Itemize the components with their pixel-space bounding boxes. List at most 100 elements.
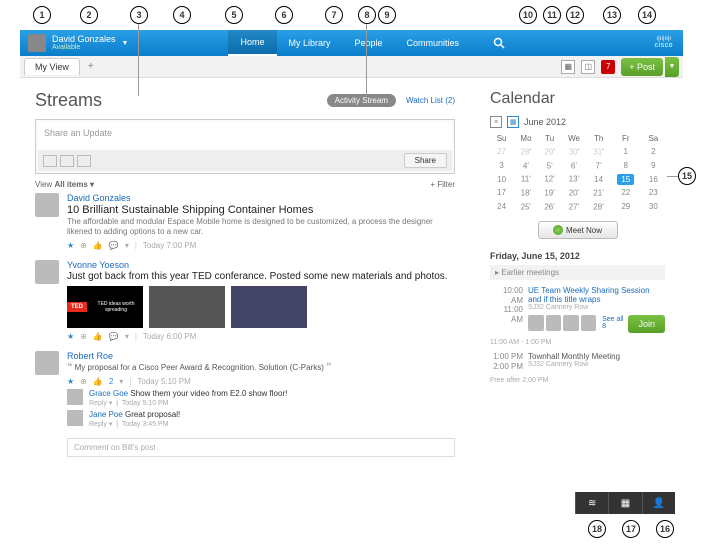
see-all-link[interactable]: See all 8 [602, 316, 628, 330]
search-icon[interactable] [481, 37, 517, 49]
user-block[interactable]: David Gonzales Available [52, 35, 116, 51]
cal-day[interactable]: 19• [539, 186, 561, 200]
cal-day[interactable]: 7• [587, 159, 609, 173]
month-view-icon[interactable]: ▦ [507, 116, 519, 128]
reply-link[interactable]: Reply [89, 421, 107, 428]
star-icon[interactable]: ★ [67, 332, 74, 341]
plus-icon[interactable]: ⊕ [80, 241, 87, 250]
comment-icon[interactable]: 💬 [109, 241, 119, 250]
notification-badge[interactable]: 7 [601, 60, 615, 74]
post-avatar[interactable] [35, 193, 59, 217]
user-avatar[interactable] [28, 34, 46, 52]
post-thumbnail[interactable] [149, 286, 225, 328]
attach-person-icon[interactable] [60, 155, 74, 167]
participant-avatar[interactable] [563, 315, 579, 331]
cal-day[interactable]: 27• [561, 200, 588, 214]
post-thumbnail[interactable] [231, 286, 307, 328]
meet-now-button[interactable]: Meet Now [538, 221, 618, 239]
post-dropdown-icon[interactable]: ▼ [665, 57, 679, 77]
user-dropdown-icon[interactable]: ▼ [122, 40, 129, 47]
cal-day[interactable]: 28• [587, 200, 609, 214]
cal-day[interactable]: 29 [610, 200, 642, 214]
post-author-link[interactable]: David Gonzales [67, 193, 455, 203]
participant-avatar[interactable] [528, 315, 544, 331]
tab-myview[interactable]: My View [24, 58, 80, 75]
dock-streams-icon[interactable]: ≋ [575, 492, 608, 514]
nav-library[interactable]: My Library [277, 30, 343, 56]
grid-view-icon[interactable]: ▦ [561, 60, 575, 74]
share-button[interactable]: Share [404, 153, 447, 168]
like-icon[interactable]: 👍 [93, 241, 103, 250]
plus-icon[interactable]: ⊕ [80, 332, 87, 341]
post-avatar[interactable] [35, 260, 59, 284]
list-view-icon[interactable]: ≡ [490, 116, 502, 128]
post-button[interactable]: + Post [621, 58, 663, 76]
attach-image-icon[interactable] [77, 155, 91, 167]
share-update-input[interactable]: Share an Update [38, 122, 452, 150]
post-author-link[interactable]: Yvonne Yoeson [67, 260, 455, 270]
cal-day[interactable]: 8 [610, 159, 642, 173]
nav-home[interactable]: Home [228, 30, 276, 56]
cal-day[interactable]: 23 [642, 186, 665, 200]
reply-link[interactable]: Reply [89, 400, 107, 407]
cal-day[interactable]: 27 [490, 145, 513, 159]
cal-day[interactable]: 30 [642, 200, 665, 214]
more-icon[interactable]: ▾ [125, 332, 129, 341]
reply-avatar[interactable] [67, 410, 83, 426]
more-icon[interactable]: ▾ [119, 377, 123, 386]
cal-day[interactable]: 4• [513, 159, 538, 173]
comment-input[interactable]: Comment on Bill's post [67, 438, 455, 457]
more-icon[interactable]: ▾ [125, 241, 129, 250]
cal-day[interactable]: 12• [539, 172, 561, 186]
cal-day[interactable]: 21• [587, 186, 609, 200]
nav-people[interactable]: People [343, 30, 395, 56]
cal-day[interactable]: 25• [513, 200, 538, 214]
cal-day[interactable]: 30• [561, 145, 588, 159]
split-view-icon[interactable]: ◫ [581, 60, 595, 74]
nav-communities[interactable]: Communities [395, 30, 472, 56]
attach-file-icon[interactable] [43, 155, 57, 167]
cal-day[interactable]: 29• [539, 145, 561, 159]
cal-day[interactable]: 17 [490, 186, 513, 200]
cal-day[interactable]: 18• [513, 186, 538, 200]
calendar-event[interactable]: 1:00 PM2:00 PM Townhall Monthly Meeting … [490, 352, 665, 371]
star-icon[interactable]: ★ [67, 241, 74, 250]
cal-day-today[interactable]: 15 [610, 172, 642, 186]
cal-day[interactable]: 14 [587, 172, 609, 186]
cal-day[interactable]: 16 [642, 172, 665, 186]
event-title[interactable]: UE Team Weekly Sharing Session and if th… [528, 286, 665, 304]
cal-day[interactable]: 31• [587, 145, 609, 159]
dock-calendar-icon[interactable]: ▦ [608, 492, 641, 514]
calendar-event[interactable]: 10:00 AM11:00 AM UE Team Weekly Sharing … [490, 286, 665, 333]
cal-day[interactable]: 9 [642, 159, 665, 173]
cal-day[interactable]: 13• [561, 172, 588, 186]
star-icon[interactable]: ★ [67, 377, 74, 386]
post-author-link[interactable]: Robert Roe [67, 351, 455, 361]
cal-day[interactable]: 24 [490, 200, 513, 214]
cal-day[interactable]: 6• [561, 159, 588, 173]
plus-icon[interactable]: ⊕ [80, 377, 87, 386]
join-button[interactable]: Join [628, 315, 665, 333]
post-title[interactable]: 10 Brilliant Sustainable Shipping Contai… [67, 204, 455, 216]
filter-link[interactable]: + Filter [430, 180, 455, 189]
participant-avatar[interactable] [546, 315, 562, 331]
post-avatar[interactable] [35, 351, 59, 375]
cal-day[interactable]: 26• [539, 200, 561, 214]
like-icon[interactable]: 👍 [93, 332, 103, 341]
participant-avatar[interactable] [581, 315, 597, 331]
cal-day[interactable]: 20• [561, 186, 588, 200]
cal-day[interactable]: 2 [642, 145, 665, 159]
cal-day[interactable]: 28• [513, 145, 538, 159]
event-title[interactable]: Townhall Monthly Meeting [528, 352, 665, 361]
post-thumbnail[interactable]: TEDTED ideas worth spreading [67, 286, 143, 328]
reply-avatar[interactable] [67, 389, 83, 405]
tab-add-icon[interactable]: + [80, 58, 102, 75]
comment-icon[interactable]: 💬 [109, 332, 119, 341]
view-dropdown[interactable]: All items ▾ [54, 180, 94, 189]
reply-author-link[interactable]: Grace Goe [89, 389, 128, 398]
watch-list-link[interactable]: Watch List (2) [406, 96, 455, 105]
cal-day[interactable]: 10 [490, 172, 513, 186]
calendar-month[interactable]: June 2012 [524, 117, 566, 127]
cal-day[interactable]: 5• [539, 159, 561, 173]
cal-day[interactable]: 11• [513, 172, 538, 186]
